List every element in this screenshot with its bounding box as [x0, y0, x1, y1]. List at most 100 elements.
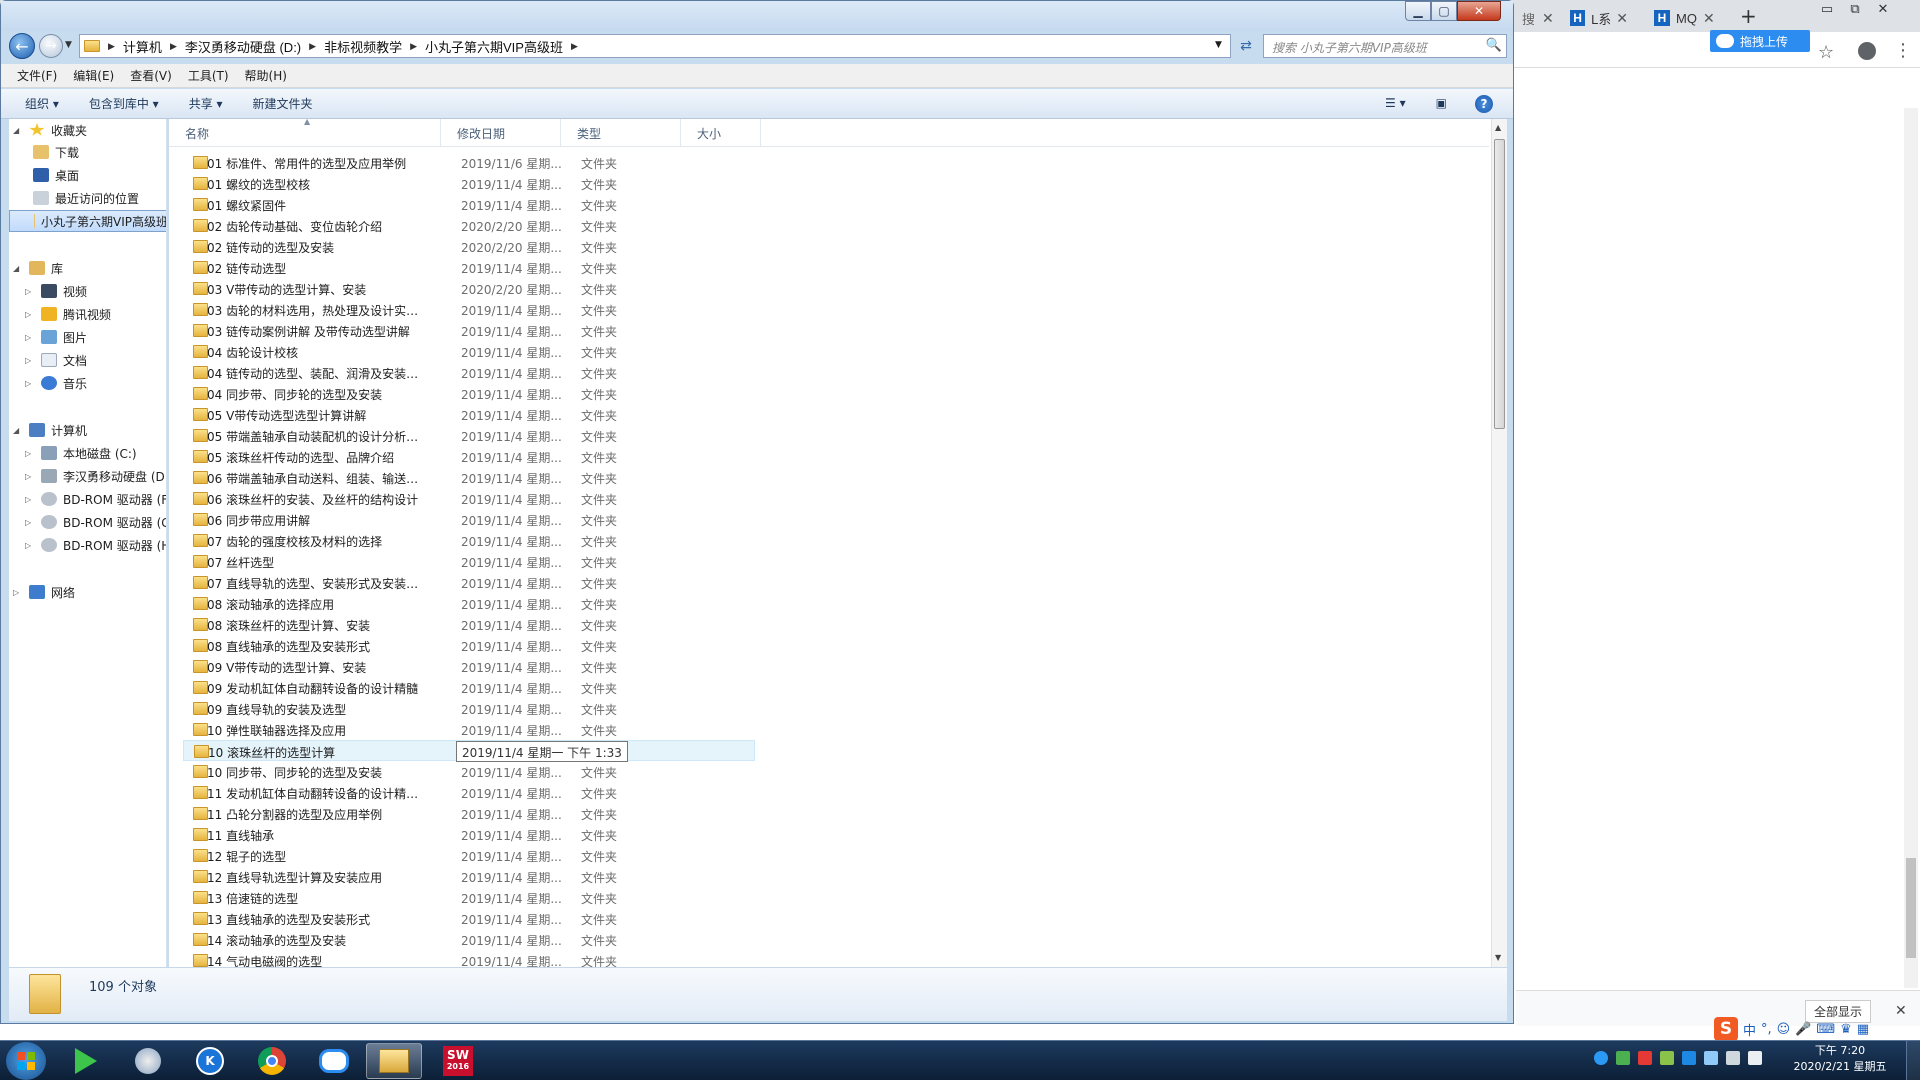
nav-item-drive-d[interactable]: ▷ 李汉勇移动硬盘 (D:) — [25, 465, 166, 487]
expand-arrow-icon[interactable]: ▷ — [25, 449, 35, 458]
expand-arrow-icon[interactable]: ▷ — [25, 287, 35, 296]
forward-button[interactable]: → — [39, 34, 63, 58]
network-status-icon[interactable] — [1726, 1051, 1740, 1065]
share-button[interactable]: 共享 ▾ — [189, 95, 223, 112]
file-row[interactable]: 11 发动机缸体自动翻转设备的设计精髓2 2019/11/4 星期... 文件夹 — [183, 782, 755, 803]
expand-arrow-icon[interactable]: ▷ — [25, 333, 35, 342]
tray-app-icon[interactable] — [1660, 1051, 1674, 1065]
nav-item-current-folder[interactable]: 小丸子第六期VIP高级班 — [9, 210, 166, 232]
tab-close-icon[interactable]: ✕ — [1703, 10, 1715, 27]
file-row[interactable]: 09 V带传动的选型计算、安装 2019/11/4 星期... 文件夹 — [183, 656, 755, 677]
file-row[interactable]: 01 螺纹的选型校核 2019/11/4 星期... 文件夹 — [183, 173, 755, 194]
scroll-up-arrow-icon[interactable]: ▲ — [1495, 123, 1501, 132]
expand-arrow-icon[interactable]: ▷ — [25, 472, 35, 481]
microphone-icon[interactable]: 🎤 — [1795, 1022, 1811, 1037]
browser-tab[interactable]: H MQ ✕ — [1648, 4, 1728, 32]
file-row[interactable]: 07 直线导轨的选型、安装形式及安装面... 2019/11/4 星期... 文件夹 — [183, 572, 755, 593]
search-icon[interactable]: 🔍 — [1486, 38, 1502, 53]
start-button[interactable] — [6, 1042, 46, 1080]
more-menu-icon[interactable]: ⋮ — [1894, 40, 1912, 61]
file-row[interactable]: 11 直线轴承 2019/11/4 星期... 文件夹 — [183, 824, 755, 845]
show-desktop-button[interactable] — [1906, 1041, 1920, 1080]
file-row[interactable]: 02 链传动的选型及安装 2020/2/20 星期... 文件夹 — [183, 236, 755, 257]
taskbar-baidu-netdisk[interactable] — [306, 1043, 362, 1079]
file-row[interactable]: 10 弹性联轴器选择及应用 2019/11/4 星期... 文件夹 — [183, 719, 755, 740]
minimize-icon[interactable]: ▭ — [1814, 0, 1840, 18]
breadcrumb-separator-icon[interactable]: ▶ — [410, 41, 417, 52]
nav-item-bd-f[interactable]: ▷ BD-ROM 驱动器 (F — [25, 488, 166, 510]
nav-favorites[interactable]: ◢ 收藏夹 — [13, 119, 87, 141]
nav-item-recent[interactable]: 最近访问的位置 — [33, 187, 139, 209]
column-header-size[interactable]: 大小 — [681, 119, 761, 147]
keyboard-icon[interactable]: ⌨ — [1816, 1022, 1835, 1037]
skin-icon[interactable]: ♛ — [1840, 1022, 1852, 1037]
collapse-arrow-icon[interactable]: ◢ — [13, 426, 23, 435]
address-bar[interactable]: ▶ 计算机 ▶ 李汉勇移动硬盘 (D:) ▶ 非标视频教学 ▶ 小丸子第六期VI… — [79, 34, 1231, 58]
nav-item-videos[interactable]: ▷ 视频 — [25, 280, 87, 302]
breadcrumb-separator-icon[interactable]: ▶ — [170, 41, 177, 52]
nav-item-downloads[interactable]: 下载 — [33, 141, 79, 163]
file-row[interactable]: 03 链传动案例讲解 及带传动选型讲解 2019/11/4 星期... 文件夹 — [183, 320, 755, 341]
close-icon[interactable]: ✕ — [1870, 0, 1896, 18]
breadcrumb-separator-icon[interactable]: ▶ — [571, 41, 578, 52]
include-in-library-button[interactable]: 包含到库中 ▾ — [89, 95, 159, 112]
restore-icon[interactable]: ⧉ — [1842, 0, 1868, 18]
sogou-logo-icon[interactable]: S — [1714, 1017, 1738, 1041]
search-input[interactable]: 搜索 小丸子第六期VIP高级班 🔍 — [1263, 34, 1507, 58]
breadcrumb-separator-icon[interactable]: ▶ — [108, 41, 115, 52]
collapse-arrow-icon[interactable]: ◢ — [13, 264, 23, 273]
file-row[interactable]: 04 同步带、同步轮的选型及安装 2019/11/4 星期... 文件夹 — [183, 383, 755, 404]
file-row[interactable]: 04 齿轮设计校核 2019/11/4 星期... 文件夹 — [183, 341, 755, 362]
vertical-scrollbar[interactable]: ▲ ▼ — [1491, 119, 1507, 969]
nav-item-bd-g[interactable]: ▷ BD-ROM 驱动器 (G — [25, 511, 166, 533]
file-row[interactable]: 06 同步带应用讲解 2019/11/4 星期... 文件夹 — [183, 509, 755, 530]
file-row[interactable]: 07 丝杆选型 2019/11/4 星期... 文件夹 — [183, 551, 755, 572]
scroll-thumb[interactable] — [1494, 139, 1505, 429]
file-row[interactable]: 04 链传动的选型、装配、润滑及安装精度 2019/11/4 星期... 文件夹 — [183, 362, 755, 383]
nav-item-tencent-video[interactable]: ▷ 腾讯视频 — [25, 303, 111, 325]
upload-extension-button[interactable]: 拖拽上传 — [1710, 30, 1810, 52]
refresh-icon[interactable]: ⇄ — [1235, 34, 1257, 58]
file-row[interactable]: 08 滚珠丝杆的选型计算、安装 2019/11/4 星期... 文件夹 — [183, 614, 755, 635]
menu-file[interactable]: 文件(F) — [17, 67, 57, 84]
expand-arrow-icon[interactable]: ▷ — [25, 356, 35, 365]
file-row[interactable]: 08 滚动轴承的选择应用 2019/11/4 星期... 文件夹 — [183, 593, 755, 614]
file-row[interactable]: 07 齿轮的强度校核及材料的选择 2019/11/4 星期... 文件夹 — [183, 530, 755, 551]
file-row[interactable]: 03 V带传动的选型计算、安装 2020/2/20 星期... 文件夹 — [183, 278, 755, 299]
menu-edit[interactable]: 编辑(E) — [73, 67, 114, 84]
scroll-down-arrow-icon[interactable]: ▼ — [1495, 953, 1501, 962]
organize-button[interactable]: 组织 ▾ — [25, 95, 59, 112]
browser-scroll-thumb[interactable] — [1906, 858, 1916, 958]
taskbar-kugou[interactable]: K — [182, 1043, 238, 1079]
file-row[interactable]: 06 带端盖轴承自动送料、组装、输送设... 2019/11/4 星期... 文件夹 — [183, 467, 755, 488]
taskbar-media-player[interactable] — [58, 1043, 114, 1079]
file-row[interactable]: 08 直线轴承的选型及安装形式 2019/11/4 星期... 文件夹 — [183, 635, 755, 656]
breadcrumb-separator-icon[interactable]: ▶ — [309, 41, 316, 52]
file-row[interactable]: 03 齿轮的材料选用，热处理及设计实例... 2019/11/4 星期... 文件夹 — [183, 299, 755, 320]
expand-arrow-icon[interactable]: ▷ — [13, 588, 23, 597]
column-header-name[interactable]: 名称 ▲ — [169, 117, 441, 147]
file-row[interactable]: 05 V带传动选型选型计算讲解 2019/11/4 星期... 文件夹 — [183, 404, 755, 425]
file-row[interactable]: 02 链传动选型 2019/11/4 星期... 文件夹 — [183, 257, 755, 278]
taskbar-paint[interactable] — [120, 1043, 176, 1079]
file-row[interactable]: 13 直线轴承的选型及安装形式 2019/11/4 星期... 文件夹 — [183, 908, 755, 929]
tray-app-icon[interactable] — [1682, 1051, 1696, 1065]
help-icon[interactable]: ? — [1475, 95, 1493, 113]
menu-view[interactable]: 查看(V) — [130, 67, 172, 84]
nav-item-drive-c[interactable]: ▷ 本地磁盘 (C:) — [25, 442, 137, 464]
tray-security-icon[interactable] — [1616, 1051, 1630, 1065]
taskbar-solidworks[interactable]: SW 2016 — [430, 1043, 486, 1079]
file-row[interactable]: 01 标准件、常用件的选型及应用举例 2019/11/6 星期... 文件夹 — [183, 152, 755, 173]
ime-language-toggle[interactable]: 中 — [1743, 1020, 1756, 1039]
address-dropdown-icon[interactable]: ▼ — [1215, 40, 1222, 50]
file-row[interactable]: 09 发动机缸体自动翻转设备的设计精髓 2019/11/4 星期... 文件夹 — [183, 677, 755, 698]
tray-netdisk-icon[interactable] — [1704, 1051, 1718, 1065]
close-button[interactable]: ✕ — [1457, 1, 1501, 21]
file-row[interactable]: 11 凸轮分割器的选型及应用举例 2019/11/4 星期... 文件夹 — [183, 803, 755, 824]
nav-libraries[interactable]: ◢ 库 — [13, 257, 63, 279]
window-titlebar[interactable]: ▁ ▢ ✕ — [1, 1, 1513, 31]
nav-item-desktop[interactable]: 桌面 — [33, 164, 79, 186]
column-header-date[interactable]: 修改日期 — [441, 119, 561, 147]
taskbar-chrome[interactable] — [244, 1043, 300, 1079]
expand-arrow-icon[interactable]: ▷ — [25, 518, 35, 527]
